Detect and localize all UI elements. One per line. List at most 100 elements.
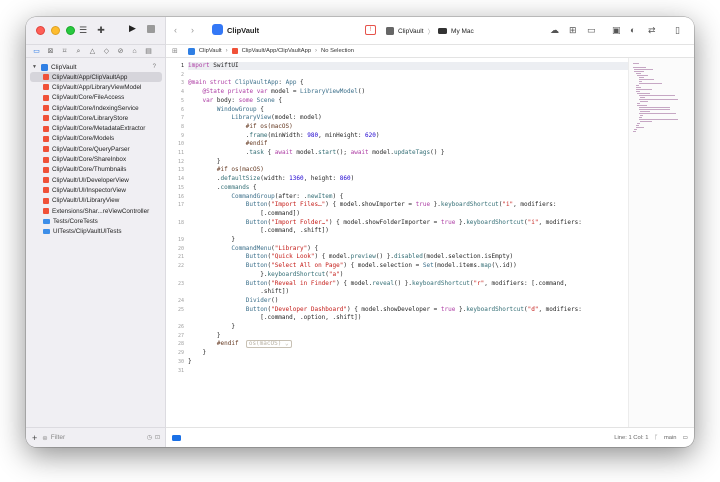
scheme-selector[interactable]: ClipVault 〉 My Mac [386,26,474,36]
file-row[interactable]: ClipVault/Core/QueryParser [26,144,166,154]
code-line[interactable]: .commands { [188,184,628,192]
code-area[interactable]: import SwiftUI @main struct ClipVaultApp:… [188,58,628,427]
swift-file-icon [43,115,49,122]
project-navigator-icon[interactable]: ▭ [32,47,41,56]
find-navigator-icon[interactable]: ⌕ [74,47,83,56]
code-line[interactable]: } [188,158,628,166]
line-number: 22 [177,263,184,270]
test-navigator-icon[interactable]: ◇ [102,47,111,56]
file-row[interactable]: ClipVault/Core/IndexingService [26,103,166,113]
code-line[interactable]: Button("Developer Dashboard") { model.sh… [188,306,628,314]
issues-icon[interactable]: ! [365,25,376,35]
code-line[interactable]: } [188,358,628,366]
file-row[interactable]: ClipVault/UI/DeveloperView [26,175,166,185]
code-line[interactable]: .shift]) [188,288,628,296]
code-line[interactable]: } [188,332,628,340]
bookmark-icon[interactable]: ⌑ [60,47,69,56]
code-line[interactable]: .frame(minWidth: 980, minHeight: 620) [188,132,628,140]
file-row[interactable]: ClipVault/UI/LibraryView [26,196,166,206]
disclosure-chevron-icon[interactable]: ▼ [32,64,38,70]
library-plus-icon[interactable]: ✚ [94,23,108,37]
code-line[interactable]: } [188,236,628,244]
code-line[interactable]: Button("Reveal in Finder") { model.revea… [188,280,628,288]
file-row[interactable]: ClipVault/UI/InspectorView [26,185,166,195]
code-line[interactable]: var body: some Scene { [188,97,628,105]
toggle-inspector-icon[interactable]: ▯ [675,25,680,36]
source-control-icon[interactable]: ⊠ [46,47,55,56]
code-line[interactable]: #endif os(macOS) ⌄ [188,340,628,349]
toggle-debug-area-icon[interactable]: ▭ [683,435,688,441]
file-row[interactable]: UITests/ClipVaultUITests [26,226,166,236]
add-file-button[interactable]: + [32,433,37,443]
code-line[interactable]: import SwiftUI [188,62,628,70]
swift-file-icon [231,48,238,54]
code-line[interactable]: Button("Select All on Page") { model.sel… [188,262,628,270]
code-line[interactable]: }.keyboardShortcut("a") [188,271,628,279]
recent-files-icon[interactable]: ◷ [147,434,152,441]
minimize-window-button[interactable] [51,26,60,35]
forward-chevron-icon[interactable]: › [191,25,194,35]
code-line[interactable]: #endif [188,140,628,148]
code-line[interactable]: [.command, .shift]) [188,227,628,235]
folder-icon [43,218,50,224]
file-row[interactable]: ClipVault/App/LibraryViewModel [26,82,166,92]
canvas-icon[interactable]: ▭ [587,25,596,36]
file-row[interactable]: ClipVault/Core/ShareInbox [26,154,166,164]
file-name: ClipVault/App/LibraryViewModel [52,83,142,91]
code-line[interactable]: [.command]) [188,210,628,218]
folded-condition-chip[interactable]: os(macOS) ⌄ [245,340,292,349]
cloud-icon[interactable]: ☁ [550,25,559,36]
code-line[interactable]: } [188,323,628,331]
stop-button[interactable] [147,25,155,33]
file-row[interactable]: ClipVault/Core/MetadataExtractor [26,123,166,133]
code-line[interactable]: } [188,349,628,357]
code-line[interactable]: @State private var model = LibraryViewMo… [188,88,628,96]
code-line[interactable]: [.command, .option, .shift]) [188,314,628,322]
source-editor[interactable]: 1 2 3 4 5 6 7 8 9 10 11 12 13 14 15 16 17 18 19 20 21 22 23 24 2… [166,58,628,427]
file-row[interactable]: Extensions/Shar...reViewController [26,206,166,216]
code-line[interactable] [188,71,628,79]
library-icon[interactable]: ▣ [612,25,621,36]
code-line[interactable]: Divider() [188,297,628,305]
code-line[interactable]: CommandGroup(after: .newItem) { [188,193,628,201]
issue-navigator-icon[interactable]: △ [88,47,97,56]
code-line[interactable]: @main struct ClipVaultApp: App { [188,79,628,87]
related-items-icon[interactable]: ⊞ [172,47,178,55]
report-navigator-icon[interactable]: ▤ [144,47,153,56]
filter-field[interactable]: ⊜ Filter ◷ ⊡ [42,432,160,444]
close-window-button[interactable] [36,26,45,35]
add-editor-icon[interactable]: ⊞ [569,25,577,36]
debug-area-toggle-icon[interactable] [172,434,181,441]
file-row[interactable]: Tests/CoreTests [26,216,166,226]
crumb-symbol[interactable]: No Selection [321,48,354,54]
code-line[interactable]: Button("Quick Look") { model.preview() }… [188,253,628,261]
file-row[interactable]: ClipVault/Core/LibraryStore [26,113,166,123]
crumb-project[interactable]: ClipVault [199,48,222,54]
code-line[interactable]: #if os(macOS) [188,123,628,131]
run-button[interactable]: ▶ [129,23,136,34]
file-row[interactable]: ClipVault/App/ClipVaultApp [30,72,162,83]
review-icon[interactable]: ◐ [630,25,635,35]
crumb-file[interactable]: ClipVault/App/ClipVaultApp [242,48,311,54]
file-row[interactable]: ClipVault/Core/Thumbnails [26,165,166,175]
code-line[interactable]: WindowGroup { [188,106,628,114]
code-line[interactable]: Button("Import Folder…") { model.showFol… [188,219,628,227]
zoom-window-button[interactable] [66,26,75,35]
code-line[interactable]: .defaultSize(width: 1360, height: 860) [188,175,628,183]
back-chevron-icon[interactable]: ‹ [174,25,177,35]
file-row[interactable]: ClipVault/Core/FileAccess [26,93,166,103]
code-line[interactable]: .task { await model.start(); await model… [188,149,628,157]
code-line[interactable]: CommandMenu("Library") { [188,245,628,253]
code-line[interactable]: #if os(macOS) [188,166,628,174]
filter-options-icon[interactable]: ⊡ [155,434,160,441]
code-line[interactable] [188,367,628,375]
project-row[interactable]: ▼ ClipVault ? [26,62,166,72]
file-row[interactable]: ClipVault/Core/Models [26,134,166,144]
breakpoint-navigator-icon[interactable]: ⌂ [130,47,139,56]
code-line[interactable]: Button("Import Files…") { model.showImpo… [188,201,628,209]
code-line[interactable]: LibraryView(model: model) [188,114,628,122]
toggle-navigator-icon[interactable]: ☰ [76,23,90,37]
swap-icon[interactable]: ⇄ [648,25,656,36]
minimap[interactable] [628,58,694,427]
debug-navigator-icon[interactable]: ⊘ [116,47,125,56]
